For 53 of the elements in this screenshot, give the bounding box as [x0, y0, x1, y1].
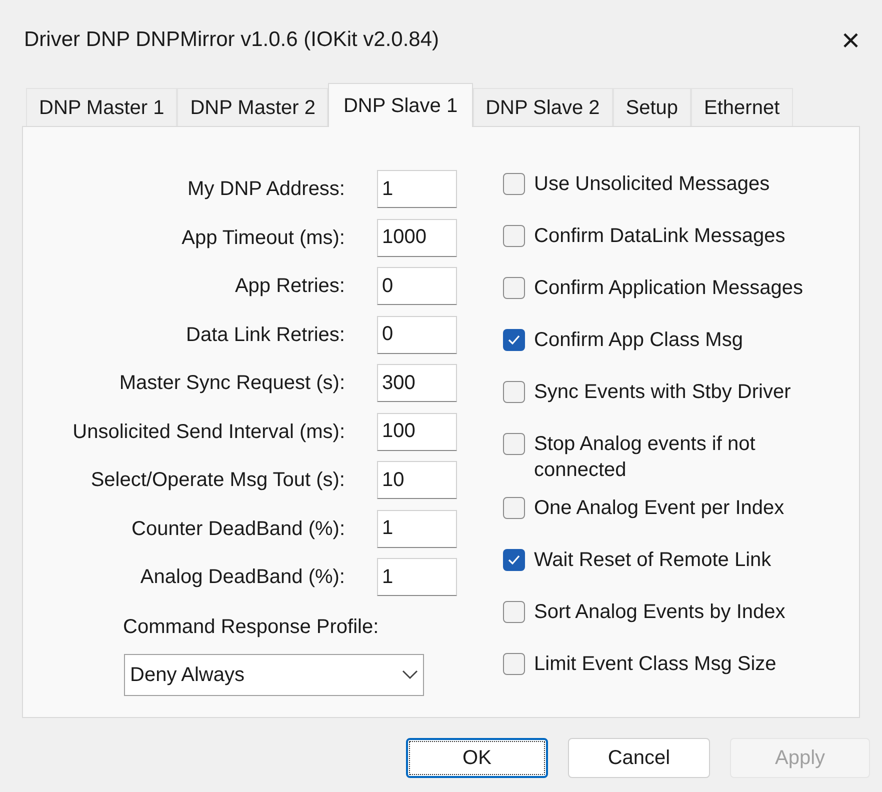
- checkbox[interactable]: [503, 549, 525, 571]
- checkbox[interactable]: [503, 653, 525, 675]
- checkbox-option[interactable]: One Analog Event per Index: [503, 489, 824, 541]
- input-field[interactable]: 300: [377, 364, 457, 402]
- checkbox[interactable]: [503, 225, 525, 247]
- checkbox-option[interactable]: Wait Reset of Remote Link: [503, 541, 824, 593]
- chevron-down-icon: [402, 670, 418, 680]
- tab[interactable]: DNP Slave 1: [328, 83, 473, 127]
- field-label: App Retries:: [234, 274, 345, 300]
- input-field[interactable]: 1000: [377, 218, 457, 257]
- dialog-button[interactable]: OK: [406, 738, 548, 778]
- input-field[interactable]: 100: [377, 412, 457, 451]
- checkbox-option[interactable]: Stop Analog events if not connected: [503, 425, 824, 489]
- checkbox-option[interactable]: Confirm Application Messages: [503, 269, 824, 321]
- checkbox-option[interactable]: Sync Events with Stby Driver: [503, 373, 824, 425]
- profile-dropdown[interactable]: Deny Always: [124, 654, 424, 696]
- field-label: Master Sync Request (s):: [118, 371, 345, 396]
- window-title: Driver DNP DNPMirror v1.0.6 (IOKit v2.0.84): [24, 27, 440, 54]
- field-label: Select/Operate Msg Tout (s):: [90, 468, 345, 494]
- tab[interactable]: Ethernet: [691, 88, 793, 126]
- tab[interactable]: DNP Master 1: [26, 88, 178, 126]
- field-label: Analog DeadBand (%):: [139, 565, 345, 590]
- input-field[interactable]: 10: [377, 461, 457, 500]
- checkbox[interactable]: [503, 433, 525, 455]
- checkbox-option[interactable]: Sort Analog Events by Index: [503, 593, 824, 645]
- field-label: My DNP Address:: [186, 177, 345, 202]
- dialog-button[interactable]: Cancel: [568, 738, 710, 778]
- check-icon: [507, 554, 521, 566]
- tab[interactable]: Setup: [612, 88, 692, 126]
- field-label: Command Response Profile:: [123, 614, 380, 640]
- input-field[interactable]: 1: [377, 510, 457, 548]
- field-label: Data Link Retries:: [185, 322, 345, 348]
- tab[interactable]: DNP Slave 2: [472, 88, 613, 126]
- input-field[interactable]: 1: [377, 558, 457, 596]
- checkbox[interactable]: [503, 277, 525, 299]
- checkbox[interactable]: [503, 381, 525, 403]
- input-field[interactable]: 1: [377, 170, 457, 208]
- tab[interactable]: DNP Master 2: [177, 88, 328, 126]
- checkbox[interactable]: [503, 173, 525, 195]
- checkbox-option[interactable]: Use Unsolicited Messages: [503, 165, 824, 217]
- checkbox-option[interactable]: Confirm App Class Msg: [503, 321, 824, 373]
- field-label: Counter DeadBand (%):: [130, 516, 345, 542]
- check-icon: [507, 334, 521, 346]
- checkbox[interactable]: [503, 601, 525, 623]
- checkbox[interactable]: [503, 329, 525, 351]
- checkbox[interactable]: [503, 497, 525, 519]
- input-field[interactable]: 0: [377, 267, 457, 306]
- field-label: Unsolicited Send Interval (ms):: [72, 420, 345, 445]
- checkbox-option[interactable]: Confirm DataLink Messages: [503, 217, 824, 269]
- checkbox-option[interactable]: Limit Event Class Msg Size: [503, 645, 824, 697]
- field-label: App Timeout (ms):: [180, 226, 345, 251]
- input-field[interactable]: 0: [377, 316, 457, 354]
- close-button[interactable]: ×: [833, 24, 868, 56]
